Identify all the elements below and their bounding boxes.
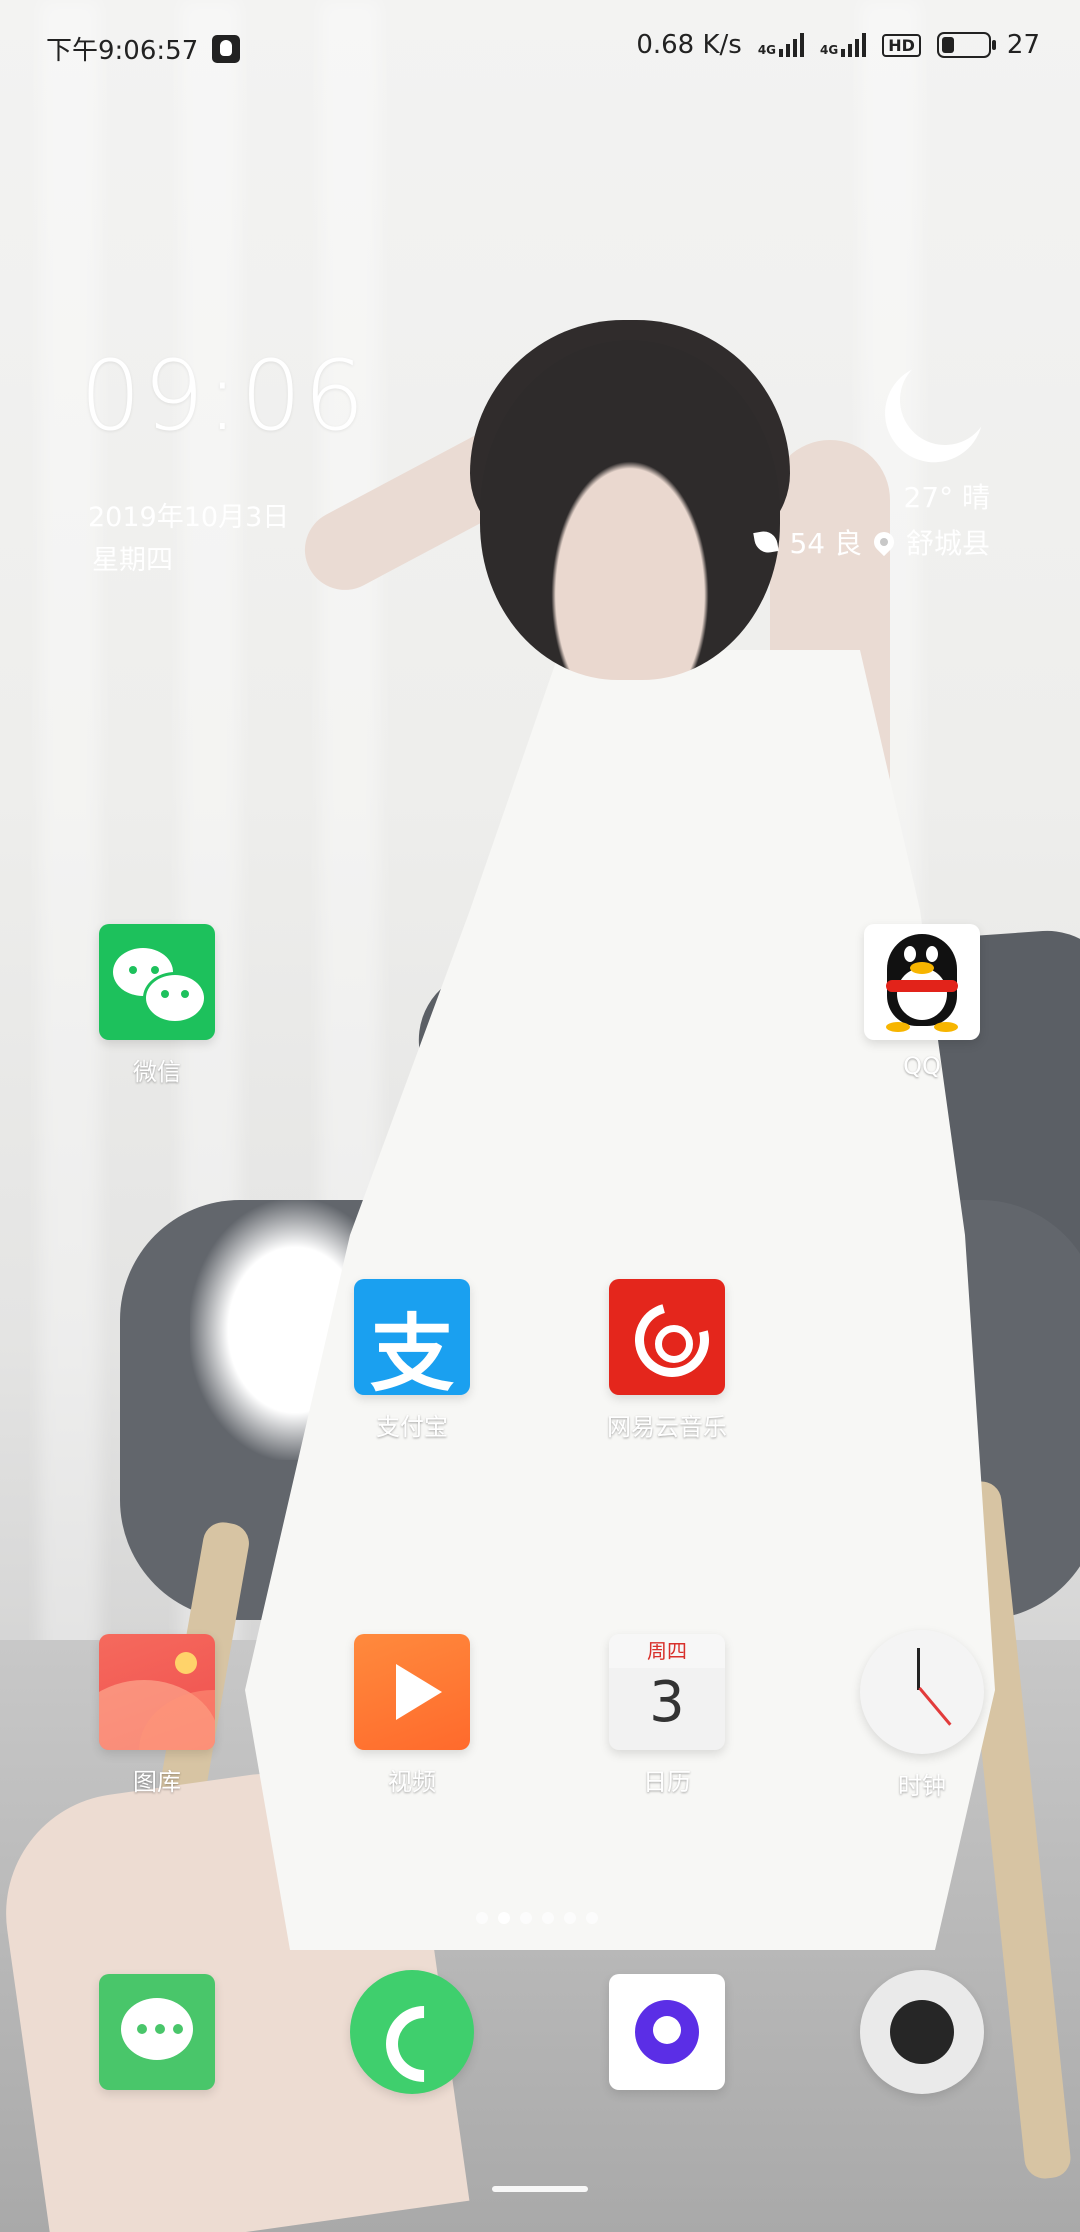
home-gesture-bar[interactable] bbox=[492, 2186, 588, 2192]
signal-4g-icon: 4G bbox=[758, 33, 805, 57]
app-alipay[interactable]: 支 支付宝 bbox=[322, 1279, 502, 1442]
app-label: 时钟 bbox=[898, 1772, 946, 1800]
app-label: 支付宝 bbox=[376, 1413, 448, 1441]
netease-music-icon bbox=[609, 1279, 725, 1395]
camera-icon bbox=[860, 1970, 984, 2094]
calendar-icon: 周四 3 bbox=[609, 1634, 725, 1750]
location-name: 舒城县 bbox=[905, 527, 990, 560]
status-bar: 下午9:06:57 0.68 K/s 4G 4G HD 27 bbox=[0, 0, 1080, 96]
dock-phone[interactable] bbox=[322, 1970, 502, 2094]
app-label: 图库 bbox=[133, 1768, 181, 1796]
location-pin-icon bbox=[869, 527, 899, 557]
battery-icon bbox=[936, 32, 996, 58]
alipay-icon: 支 bbox=[354, 1279, 470, 1395]
battery-level: 27 bbox=[1006, 30, 1040, 60]
app-qq[interactable]: QQ bbox=[832, 924, 1012, 1080]
page-dot[interactable] bbox=[586, 1912, 598, 1924]
network-speed: 0.68 K/s bbox=[636, 30, 742, 60]
signal-4g-icon: 4G bbox=[820, 33, 867, 57]
hd-voice-icon: HD bbox=[882, 33, 921, 57]
page-dot[interactable] bbox=[542, 1912, 554, 1924]
page-dot[interactable] bbox=[476, 1912, 488, 1924]
app-label: 视频 bbox=[388, 1768, 436, 1796]
calendar-weekday: 周四 bbox=[609, 1634, 725, 1668]
dock-browser[interactable] bbox=[577, 1974, 757, 2090]
app-netease-music[interactable]: 网易云音乐 bbox=[577, 1279, 757, 1442]
leaf-icon bbox=[753, 529, 780, 555]
widget-date: 2019年10月3日 bbox=[88, 502, 290, 533]
aqi-value: 54 良 bbox=[789, 527, 862, 560]
widget-weekday: 星期四 bbox=[92, 545, 173, 576]
phone-icon bbox=[350, 1970, 474, 2094]
widget-temperature[interactable]: 27° 晴 bbox=[903, 476, 990, 516]
page-dot[interactable] bbox=[520, 1912, 532, 1924]
qq-penguin-icon bbox=[864, 924, 980, 1040]
browser-icon bbox=[609, 1974, 725, 2090]
page-dot-active[interactable] bbox=[498, 1912, 510, 1924]
wechat-icon bbox=[99, 924, 215, 1040]
app-video[interactable]: 视频 bbox=[322, 1634, 502, 1797]
app-label: 微信 bbox=[133, 1058, 181, 1086]
clock-icon bbox=[860, 1630, 984, 1754]
wallpaper bbox=[0, 0, 1080, 2232]
app-gallery[interactable]: 图库 bbox=[67, 1634, 247, 1797]
app-label: QQ bbox=[903, 1052, 941, 1080]
gallery-icon bbox=[99, 1634, 215, 1750]
dock-messages[interactable] bbox=[67, 1974, 247, 2090]
page-indicator[interactable] bbox=[476, 1912, 598, 1924]
widget-aqi-location[interactable]: 54 良 舒城县 bbox=[753, 522, 990, 562]
calendar-day: 3 bbox=[649, 1670, 685, 1735]
messages-icon bbox=[99, 1974, 215, 2090]
app-label: 日历 bbox=[643, 1768, 691, 1796]
app-label: 网易云音乐 bbox=[607, 1413, 727, 1441]
qq-notification-icon bbox=[212, 34, 241, 63]
video-play-icon bbox=[354, 1634, 470, 1750]
dock-camera[interactable] bbox=[832, 1970, 1012, 2094]
widget-time[interactable]: 09:06 bbox=[80, 340, 367, 452]
app-wechat[interactable]: 微信 bbox=[67, 924, 247, 1087]
page-dot[interactable] bbox=[564, 1912, 576, 1924]
status-time: 下午9:06:57 bbox=[46, 36, 199, 66]
app-calendar[interactable]: 周四 3 日历 bbox=[577, 1634, 757, 1797]
app-clock[interactable]: 时钟 bbox=[832, 1630, 1012, 1801]
